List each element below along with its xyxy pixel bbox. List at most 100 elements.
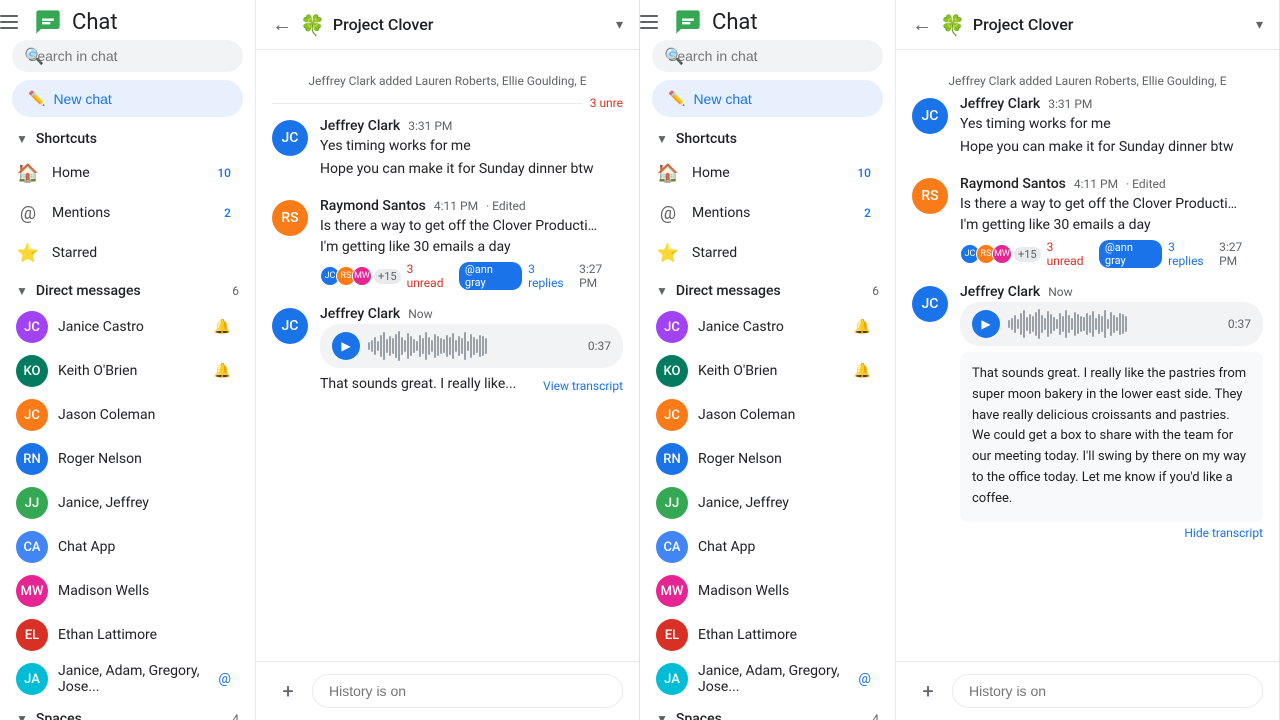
dm-chevron: ▼ [16,284,28,298]
reply-count[interactable]: 3 replies [1168,240,1213,268]
avatar: KO [16,355,48,387]
avatar: JA [16,663,48,695]
dm-chevron: ▼ [656,284,668,298]
message-group: JC Jeffrey Clark 3:31 PM Yes timing work… [912,96,1263,160]
dm-janice-jeffrey[interactable]: JJ Janice, Jeffrey [0,481,247,525]
message-input[interactable] [952,674,1263,708]
add-content-button[interactable]: + [272,675,304,707]
dm-madison[interactable]: MW Madison Wells [640,569,887,613]
message-sender: Jeffrey Clark [320,306,400,322]
audio-player[interactable]: ▶ 0:37 [320,324,623,368]
spaces-section[interactable]: ▼ Spaces 4 [640,705,895,720]
dm-name: Ethan Lattimore [698,627,871,643]
message-group: RS Raymond Santos 4:11 PM · Edited Is th… [912,176,1263,268]
audio-duration: 0:37 [1228,317,1251,331]
message-text: I'm getting like 30 emails a day [960,215,1263,236]
dm-keith[interactable]: KO Keith O'Brien 🔔 [640,349,887,393]
dm-chat-app[interactable]: CA Chat App [0,525,247,569]
avatar: JC [656,399,688,431]
message-time: 4:11 PM [1074,177,1118,191]
dm-name: Janice, Jeffrey [698,495,871,511]
mentions-label: Mentions [52,205,224,221]
starred-label: Starred [52,245,231,261]
space-dropdown-icon[interactable]: ▾ [616,17,623,33]
home-count: 10 [217,166,231,180]
mention-icon: @ [218,671,231,687]
starred-nav[interactable]: ⭐ Starred [640,233,887,273]
dm-count: 6 [232,284,239,298]
message-text: Is there a way to get off the Clover Pro… [960,194,1240,215]
dm-roger[interactable]: RN Roger Nelson [0,437,247,481]
spaces-section[interactable]: ▼ Spaces 4 [0,705,255,720]
avatar: JC [656,311,688,343]
starred-nav[interactable]: ⭐ Starred [0,233,247,273]
space-header-title: Project Clover [333,15,608,34]
avatar: CA [656,531,688,563]
dm-janice-castro[interactable]: JC Janice Castro 🔔 [640,305,887,349]
dm-name: Keith O'Brien [58,363,214,379]
shortcuts-label: Shortcuts [36,131,97,147]
hamburger-menu[interactable] [0,10,24,34]
dm-jason[interactable]: JC Jason Coleman [640,393,887,437]
message-time: Now [408,307,432,321]
search-input[interactable] [12,40,243,72]
shortcuts-section[interactable]: ▼ Shortcuts [640,125,895,153]
chat-input-area: + [256,661,639,720]
hamburger-menu[interactable] [640,10,664,34]
view-transcript-button[interactable]: View transcript [543,379,623,393]
back-button[interactable]: ← [272,12,292,37]
home-nav[interactable]: 🏠 Home 10 [0,153,247,193]
avatar: JA [656,663,688,695]
dm-section[interactable]: ▼ Direct messages 6 [0,277,255,305]
dm-keith[interactable]: KO Keith O'Brien 🔔 [0,349,247,393]
space-dropdown-icon[interactable]: ▾ [1256,17,1263,33]
dm-madison[interactable]: MW Madison Wells [0,569,247,613]
system-message: Jeffrey Clark added Lauren Roberts, Elli… [272,74,623,88]
space-header-icon: 🍀 [300,13,325,37]
add-content-button[interactable]: + [912,675,944,707]
transcript-text: That sounds great. I really like the pas… [960,352,1263,522]
dm-chat-app[interactable]: CA Chat App [640,525,887,569]
message-time: Now [1048,285,1072,299]
dm-janice-castro[interactable]: JC Janice Castro 🔔 [0,305,247,349]
message-time: 3:31 PM [1048,97,1092,111]
replies-bar[interactable]: JC RS MW +15 3 unread @ann gray 3 replie… [320,262,623,290]
message-text: Yes timing works for me [960,114,1263,135]
message-group: JC Jeffrey Clark Now ▶ 0:37 That sounds … [272,306,623,397]
search-input[interactable] [652,40,883,72]
shortcuts-section[interactable]: ▼ Shortcuts [0,125,255,153]
dm-name: Janice, Adam, Gregory, Jose... [698,663,858,695]
home-label: Home [692,165,857,181]
play-button[interactable]: ▶ [332,332,360,360]
mention-badge: @ann gray [459,262,522,290]
hide-transcript-button[interactable]: Hide transcript [1184,526,1263,540]
reply-count[interactable]: 3 replies [528,262,573,290]
dm-roger[interactable]: RN Roger Nelson [640,437,887,481]
dm-name: Janice, Jeffrey [58,495,231,511]
replies-bar[interactable]: JC RS MW +15 3 unread @ann gray 3 replie… [960,240,1263,268]
reply-time: 3:27 PM [1219,240,1263,268]
avatar: RN [16,443,48,475]
message-text: Hope you can make it for Sunday dinner b… [960,137,1263,158]
dm-jason[interactable]: JC Jason Coleman [0,393,247,437]
dm-ethan[interactable]: EL Ethan Lattimore [640,613,887,657]
play-button[interactable]: ▶ [972,310,1000,338]
mentions-nav[interactable]: @ Mentions 2 [640,193,887,233]
chat-input-area: + [896,661,1279,720]
message-input[interactable] [312,674,623,708]
mentions-nav[interactable]: @ Mentions 2 [0,193,247,233]
dm-ethan[interactable]: EL Ethan Lattimore [0,613,247,657]
space-header-title: Project Clover [973,15,1248,34]
dm-section[interactable]: ▼ Direct messages 6 [640,277,895,305]
mentions-count: 2 [864,206,871,220]
dm-janice-jeffrey[interactable]: JJ Janice, Jeffrey [640,481,887,525]
dm-janice-adam[interactable]: JA Janice, Adam, Gregory, Jose... @ [640,657,887,701]
dm-janice-adam[interactable]: JA Janice, Adam, Gregory, Jose... @ [0,657,247,701]
back-button[interactable]: ← [912,12,932,37]
new-chat-button[interactable]: ✏️ New chat [652,80,883,117]
home-nav[interactable]: 🏠 Home 10 [640,153,887,193]
new-chat-button[interactable]: ✏️ New chat [12,80,243,117]
audio-player[interactable]: ▶ 0:37 [960,302,1263,346]
starred-label: Starred [692,245,871,261]
unread-count: 3 unread [407,262,453,290]
